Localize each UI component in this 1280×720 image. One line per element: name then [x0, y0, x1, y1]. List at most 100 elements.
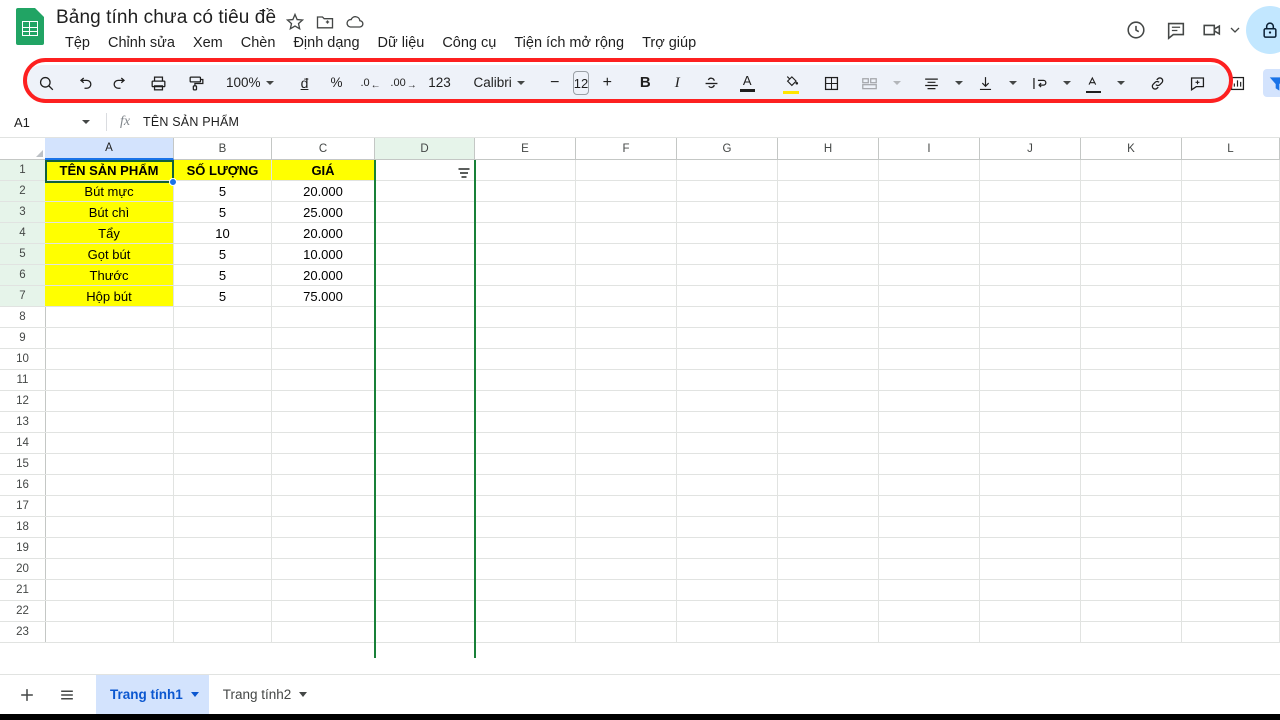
cell-K15[interactable]	[1081, 454, 1182, 475]
chevron-down-icon[interactable]	[299, 692, 308, 697]
cell-A19[interactable]	[45, 538, 174, 559]
row-header-1[interactable]: 1	[0, 160, 46, 181]
cell-G11[interactable]	[677, 370, 778, 391]
cell-F6[interactable]	[576, 265, 677, 286]
cell-D7[interactable]	[375, 286, 475, 307]
cell-B12[interactable]	[174, 391, 272, 412]
cell-I21[interactable]	[879, 580, 980, 601]
cell-L8[interactable]	[1182, 307, 1280, 328]
cell-B9[interactable]	[174, 328, 272, 349]
cell-K17[interactable]	[1081, 496, 1182, 517]
cell-J6[interactable]	[980, 265, 1081, 286]
cell-L23[interactable]	[1182, 622, 1280, 643]
menu-view[interactable]: Xem	[184, 31, 232, 55]
zoom-selector[interactable]: 100%	[220, 69, 280, 97]
cell-I17[interactable]	[879, 496, 980, 517]
decrease-font-size-button[interactable]: −	[545, 69, 565, 97]
cell-A13[interactable]	[45, 412, 174, 433]
cell-I7[interactable]	[879, 286, 980, 307]
cell-J22[interactable]	[980, 601, 1081, 622]
chevron-down-icon[interactable]	[1057, 69, 1071, 97]
cell-G17[interactable]	[677, 496, 778, 517]
cell-E7[interactable]	[475, 286, 576, 307]
cell-L15[interactable]	[1182, 454, 1280, 475]
cell-K23[interactable]	[1081, 622, 1182, 643]
cell-C12[interactable]	[272, 391, 375, 412]
chevron-down-icon[interactable]	[949, 69, 963, 97]
cell-A18[interactable]	[45, 517, 174, 538]
cell-E18[interactable]	[475, 517, 576, 538]
cell-D16[interactable]	[375, 475, 475, 496]
cell-E3[interactable]	[475, 202, 576, 223]
cell-I4[interactable]	[879, 223, 980, 244]
cell-I20[interactable]	[879, 559, 980, 580]
cell-C15[interactable]	[272, 454, 375, 475]
row-header-19[interactable]: 19	[0, 538, 46, 559]
filter-dropdown-icon[interactable]	[457, 166, 471, 185]
cell-I2[interactable]	[879, 181, 980, 202]
cell-E16[interactable]	[475, 475, 576, 496]
chevron-down-icon[interactable]	[1003, 69, 1017, 97]
text-color-button[interactable]: A	[733, 69, 761, 97]
cell-B15[interactable]	[174, 454, 272, 475]
cell-H12[interactable]	[778, 391, 879, 412]
cell-K6[interactable]	[1081, 265, 1182, 286]
cell-E20[interactable]	[475, 559, 576, 580]
cell-K22[interactable]	[1081, 601, 1182, 622]
cell-E2[interactable]	[475, 181, 576, 202]
more-formats-button[interactable]: 123	[426, 69, 454, 97]
row-header-7[interactable]: 7	[0, 286, 46, 307]
cell-J13[interactable]	[980, 412, 1081, 433]
cell-F10[interactable]	[576, 349, 677, 370]
cell-L17[interactable]	[1182, 496, 1280, 517]
cell-F7[interactable]	[576, 286, 677, 307]
cell-D9[interactable]	[375, 328, 475, 349]
menu-insert[interactable]: Chèn	[232, 31, 285, 55]
cell-E23[interactable]	[475, 622, 576, 643]
chevron-down-icon[interactable]	[887, 69, 901, 97]
cell-L3[interactable]	[1182, 202, 1280, 223]
cell-L11[interactable]	[1182, 370, 1280, 391]
cell-L21[interactable]	[1182, 580, 1280, 601]
cell-G3[interactable]	[677, 202, 778, 223]
cell-E19[interactable]	[475, 538, 576, 559]
cell-J8[interactable]	[980, 307, 1081, 328]
cell-I3[interactable]	[879, 202, 980, 223]
cell-L9[interactable]	[1182, 328, 1280, 349]
star-icon[interactable]	[285, 12, 305, 32]
row-header-5[interactable]: 5	[0, 244, 46, 265]
cell-A5[interactable]: Gọt bút	[45, 244, 174, 265]
cell-H3[interactable]	[778, 202, 879, 223]
cell-A22[interactable]	[45, 601, 174, 622]
cell-G16[interactable]	[677, 475, 778, 496]
cell-H2[interactable]	[778, 181, 879, 202]
cell-J21[interactable]	[980, 580, 1081, 601]
cell-C13[interactable]	[272, 412, 375, 433]
row-header-16[interactable]: 16	[0, 475, 46, 496]
cell-J14[interactable]	[980, 433, 1081, 454]
cell-E1[interactable]	[475, 160, 576, 181]
search-icon[interactable]	[32, 69, 60, 97]
cell-F22[interactable]	[576, 601, 677, 622]
menu-file[interactable]: Tệp	[56, 31, 99, 55]
row-header-21[interactable]: 21	[0, 580, 46, 601]
cell-B4[interactable]: 10	[174, 223, 272, 244]
cell-E6[interactable]	[475, 265, 576, 286]
cell-D6[interactable]	[375, 265, 475, 286]
cell-K9[interactable]	[1081, 328, 1182, 349]
cell-A6[interactable]: Thước	[45, 265, 174, 286]
undo-icon[interactable]	[70, 69, 98, 97]
row-header-10[interactable]: 10	[0, 349, 46, 370]
cell-H13[interactable]	[778, 412, 879, 433]
cell-L13[interactable]	[1182, 412, 1280, 433]
clock-history-icon[interactable]	[1116, 10, 1156, 50]
cell-H20[interactable]	[778, 559, 879, 580]
cell-K1[interactable]	[1081, 160, 1182, 181]
cell-E8[interactable]	[475, 307, 576, 328]
cell-I13[interactable]	[879, 412, 980, 433]
column-header-c[interactable]: C	[272, 138, 375, 160]
row-header-23[interactable]: 23	[0, 622, 46, 643]
cell-K2[interactable]	[1081, 181, 1182, 202]
cell-K20[interactable]	[1081, 559, 1182, 580]
cell-L4[interactable]	[1182, 223, 1280, 244]
